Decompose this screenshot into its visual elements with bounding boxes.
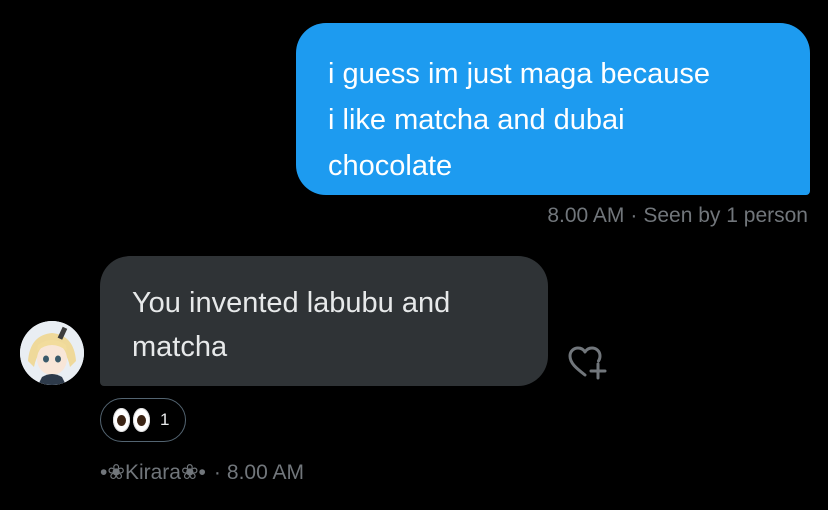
- add-reaction-button[interactable]: [566, 342, 610, 382]
- received-message-time: 8.00 AM: [226, 461, 304, 484]
- reaction-pill[interactable]: 1: [100, 398, 186, 442]
- reaction-count: 1: [160, 410, 170, 429]
- separator-dot: ·: [213, 461, 221, 484]
- sent-message-time: 8.00 AM: [547, 204, 625, 227]
- received-message-bubble[interactable]: You invented labubu and matcha: [100, 256, 548, 386]
- sender-name[interactable]: •❀Kirara❀•: [100, 461, 206, 484]
- sent-message-line: i like matcha and dubai: [328, 104, 625, 136]
- sent-message-meta: 8.00 AM · Seen by 1 person: [547, 204, 808, 228]
- seen-status: Seen by 1 person: [643, 204, 808, 227]
- eyes-emoji-icon: [113, 408, 150, 432]
- heart-plus-icon: [568, 346, 607, 380]
- sent-message-line: chocolate: [328, 150, 453, 182]
- avatar-image: [20, 321, 84, 385]
- sent-message-line: i guess im just maga because: [328, 58, 711, 90]
- sent-message-bubble[interactable]: i guess im just maga because i like matc…: [296, 23, 810, 195]
- separator-dot: ·: [630, 204, 638, 227]
- avatar[interactable]: [20, 321, 84, 385]
- received-message-meta: •❀Kirara❀• · 8.00 AM: [100, 460, 304, 485]
- received-message-line: You invented labubu and: [132, 287, 451, 319]
- received-message-line: matcha: [132, 331, 228, 363]
